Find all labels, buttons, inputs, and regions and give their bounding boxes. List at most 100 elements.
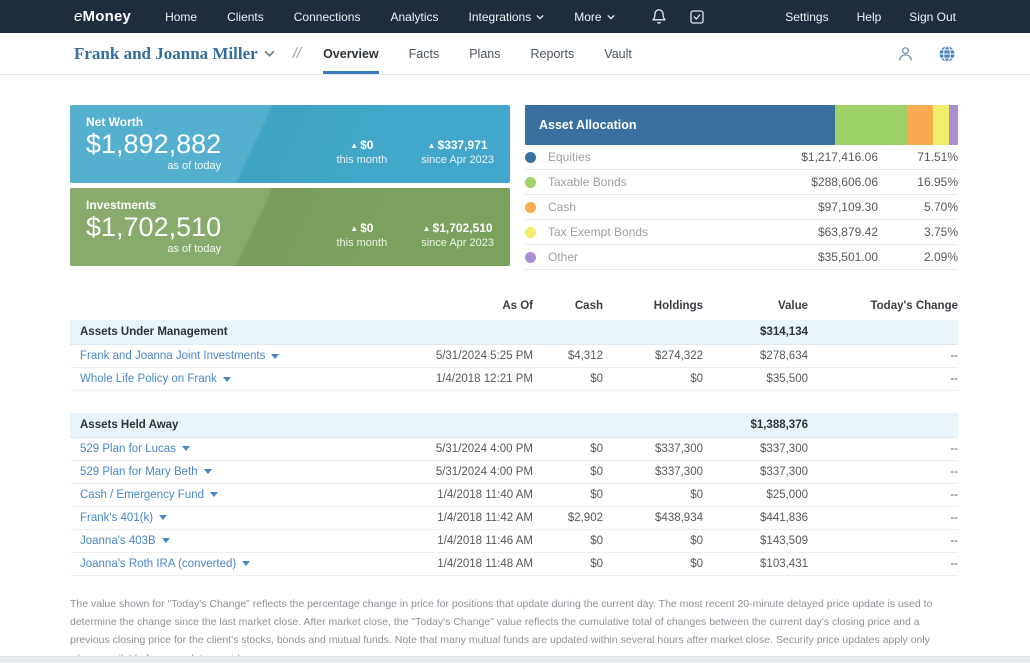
logo-rest: Money <box>82 8 132 25</box>
account-link[interactable]: Joanna's Roth IRA (converted) <box>70 558 251 570</box>
allocation-segment-taxable-bonds <box>834 105 909 145</box>
aum-total: $314,134 <box>703 320 808 345</box>
up-arrow-icon: ▲ <box>350 141 359 150</box>
chevron-down-icon[interactable] <box>203 469 212 474</box>
overview-content: Net Worth $1,892,882 as of today ▲ $0 thi… <box>0 75 1030 663</box>
emoney-logo[interactable]: eMoney <box>74 8 131 25</box>
net-worth-card: Net Worth $1,892,882 as of today ▲ $0 thi… <box>70 105 510 183</box>
sign-out-link[interactable]: Sign Out <box>909 10 956 24</box>
allocation-row-taxable-bonds: Taxable Bonds $288,606.06 16.95% <box>525 170 958 195</box>
todays-change-disclaimer: The value shown for "Today's Change" ref… <box>70 597 933 663</box>
client-tabs: Overview Facts Plans Reports Vault <box>323 34 632 74</box>
chevron-down-icon[interactable] <box>159 515 168 520</box>
chevron-down-icon[interactable] <box>271 353 280 359</box>
account-link[interactable]: Cash / Emergency Fund <box>70 489 219 501</box>
tab-facts[interactable]: Facts <box>409 34 440 74</box>
net-worth-asof: as of today <box>167 159 222 172</box>
col-holdings: Holdings <box>653 300 703 312</box>
client-bar: Frank and Joanna Miller // Overview Fact… <box>0 33 1030 75</box>
allocation-segment-cash <box>908 105 933 145</box>
allocation-row-tax-exempt-bonds: Tax Exempt Bonds $63,879.42 3.75% <box>525 220 958 245</box>
investments-title: Investments <box>86 198 157 212</box>
chevron-down-icon[interactable] <box>161 538 170 543</box>
chevron-down-icon[interactable] <box>181 446 190 451</box>
table-header-row: As Of Cash Holdings Value Today's Change <box>70 295 958 320</box>
nav-item-integrations[interactable]: Integrations <box>469 10 545 24</box>
chevron-down-icon <box>536 14 544 20</box>
net-worth-month-change: ▲ $0 this month <box>336 138 388 166</box>
investments-since-change: ▲ $1,702,510 since Apr 2023 <box>421 221 494 249</box>
help-link[interactable]: Help <box>857 10 882 24</box>
investments-value: $1,702,510 <box>86 212 222 242</box>
table-row: Frank's 401(k) 1/4/2018 11:42 AM $2,902 … <box>70 506 958 530</box>
nav-item-clients[interactable]: Clients <box>227 10 264 24</box>
logo-e: e <box>74 8 83 25</box>
top-nav: eMoney Home Clients Connections Analytic… <box>0 0 1030 33</box>
section-assets-held-away: Assets Held Away $1,388,376 <box>70 412 958 438</box>
asset-allocation-panel: Asset Allocation Equities $1,217,416.06 … <box>525 105 958 270</box>
client-selector[interactable]: Frank and Joanna Miller <box>74 44 275 64</box>
nav-item-connections[interactable]: Connections <box>294 10 361 24</box>
table-row: Joanna's Roth IRA (converted) 1/4/2018 1… <box>70 552 958 576</box>
accounts-table: As Of Cash Holdings Value Today's Change… <box>70 295 958 576</box>
tab-vault[interactable]: Vault <box>604 34 632 74</box>
table-row: Cash / Emergency Fund 1/4/2018 11:40 AM … <box>70 483 958 507</box>
up-arrow-icon: ▲ <box>427 141 436 150</box>
col-todays-change: Today's Change <box>870 300 958 312</box>
chevron-down-icon[interactable] <box>222 376 231 382</box>
col-as-of: As Of <box>502 300 533 312</box>
chevron-down-icon <box>264 50 275 57</box>
notifications-bell-icon[interactable] <box>651 8 667 25</box>
account-link[interactable]: Frank's 401(k) <box>70 512 168 524</box>
tab-overview[interactable]: Overview <box>323 34 379 74</box>
investments-card: Investments $1,702,510 as of today ▲ $0 t… <box>70 188 510 266</box>
account-link[interactable]: 529 Plan for Lucas <box>70 443 190 455</box>
other-dot-icon <box>525 251 536 263</box>
emoney-app: eMoney Home Clients Connections Analytic… <box>0 0 1030 663</box>
client-name-label: Frank and Joanna Miller <box>74 43 258 63</box>
tax-exempt-bonds-dot-icon <box>525 226 536 238</box>
allocation-segment-other <box>948 105 958 145</box>
net-worth-title: Net Worth <box>86 115 144 129</box>
cash-dot-icon <box>525 201 536 213</box>
investments-asof: as of today <box>167 242 222 255</box>
col-cash: Cash <box>574 300 603 312</box>
client-site-globe-icon[interactable] <box>938 45 956 63</box>
allocation-row-other: Other $35,501.00 2.09% <box>525 245 958 270</box>
tab-reports[interactable]: Reports <box>531 34 575 74</box>
nav-item-home[interactable]: Home <box>165 10 197 24</box>
section-assets-under-management: Assets Under Management $314,134 <box>70 320 958 345</box>
breadcrumb-separator: // <box>292 45 302 62</box>
net-worth-since-change: ▲ $337,971 since Apr 2023 <box>421 138 494 166</box>
asset-allocation-bar: Asset Allocation <box>525 105 958 145</box>
col-value: Value <box>777 300 808 312</box>
account-link[interactable]: Joanna's 403B <box>70 535 170 547</box>
chevron-down-icon[interactable] <box>242 561 251 566</box>
up-arrow-icon: ▲ <box>422 224 431 233</box>
client-profile-icon[interactable] <box>897 45 914 62</box>
investments-month-change: ▲ $0 this month <box>336 221 388 249</box>
table-row: Whole Life Policy on Frank 1/4/2018 12:2… <box>70 367 958 391</box>
chevron-down-icon <box>606 14 615 20</box>
table-row: 529 Plan for Lucas 5/31/2024 4:00 PM $0 … <box>70 437 958 461</box>
asset-allocation-title: Asset Allocation <box>539 118 637 132</box>
table-row: Joanna's 403B 1/4/2018 11:46 AM $0 $0 $1… <box>70 529 958 553</box>
account-link[interactable]: Whole Life Policy on Frank <box>70 373 231 385</box>
tab-plans[interactable]: Plans <box>469 34 500 74</box>
equities-dot-icon <box>525 151 536 163</box>
account-link[interactable]: 529 Plan for Mary Beth <box>70 466 212 478</box>
tasks-checkbox-icon[interactable] <box>689 9 705 25</box>
net-worth-value: $1,892,882 <box>86 129 222 159</box>
allocation-segment-tax-exempt-bonds <box>932 105 949 145</box>
chevron-down-icon[interactable] <box>210 492 219 497</box>
settings-link[interactable]: Settings <box>785 10 828 24</box>
allocation-row-equities: Equities $1,217,416.06 71.51% <box>525 145 958 170</box>
allocation-row-cash: Cash $97,109.30 5.70% <box>525 195 958 220</box>
nav-item-more[interactable]: More <box>574 10 615 24</box>
horizontal-scrollbar[interactable] <box>0 656 1030 663</box>
account-link[interactable]: Frank and Joanna Joint Investments <box>70 350 280 362</box>
nav-item-analytics[interactable]: Analytics <box>390 10 438 24</box>
up-arrow-icon: ▲ <box>350 224 359 233</box>
table-row: 529 Plan for Mary Beth 5/31/2024 4:00 PM… <box>70 460 958 484</box>
section-spacer <box>70 390 958 413</box>
